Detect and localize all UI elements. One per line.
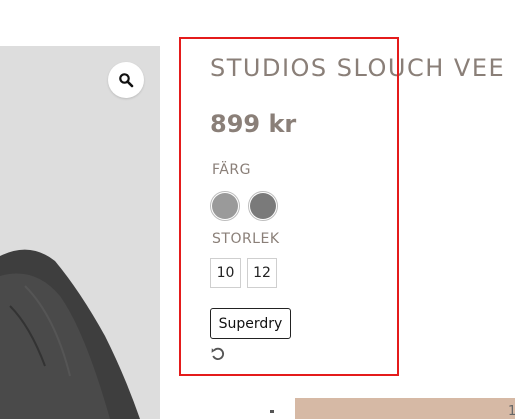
bottom-mark <box>270 410 274 413</box>
product-photo <box>0 46 160 419</box>
brand-button[interactable]: Superdry <box>210 308 291 339</box>
size-option-10[interactable]: 10 <box>210 258 241 288</box>
reset-button[interactable] <box>210 346 226 366</box>
size-option-12[interactable]: 12 <box>247 258 277 288</box>
product-title: STUDIOS SLOUCH VEE <box>210 54 506 82</box>
title-clip: STUDIOS SLOUCH VEE <box>0 0 515 100</box>
size-label: STORLEK <box>212 231 280 247</box>
color-label: FÄRG <box>212 162 251 178</box>
reset-icon <box>211 347 225 360</box>
color-swatch-dark-grey[interactable] <box>248 191 278 221</box>
color-dot <box>250 193 276 219</box>
bottom-partial-text: 1 <box>508 404 515 419</box>
product-price: 899 kr <box>210 110 297 138</box>
color-dot <box>212 193 238 219</box>
color-swatch-light-grey[interactable] <box>210 191 240 221</box>
product-image[interactable] <box>0 46 160 419</box>
bottom-banner <box>295 398 515 419</box>
